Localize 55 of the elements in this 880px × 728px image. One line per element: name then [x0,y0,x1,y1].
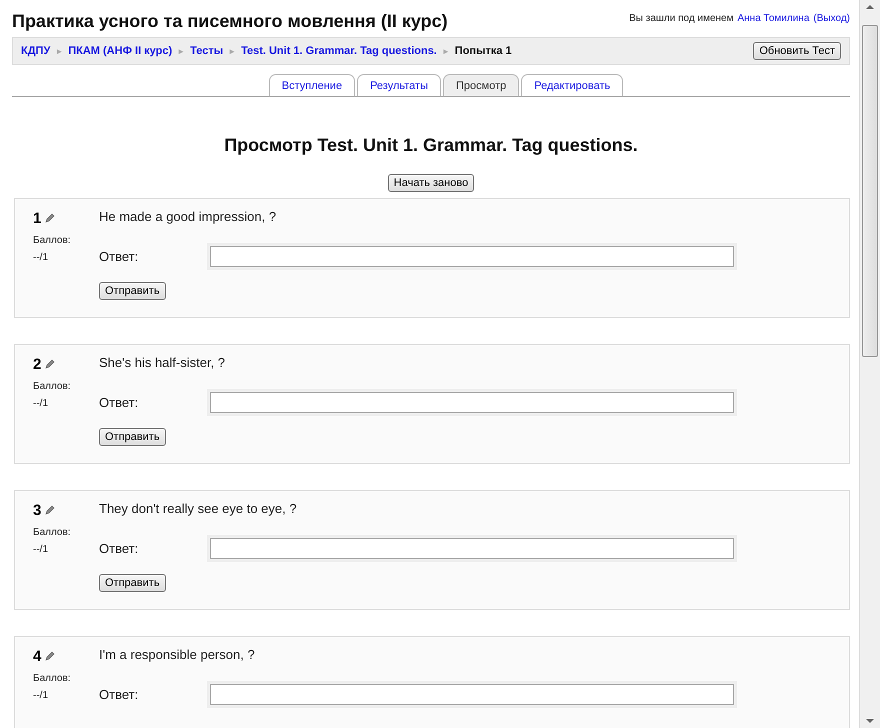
answer-field[interactable] [210,538,734,559]
tab[interactable]: Просмотр [443,74,520,96]
breadcrumb-separator: ► [55,46,64,56]
page-heading: Просмотр Test. Unit 1. Grammar. Tag questions. [223,135,639,156]
restart-button[interactable]: Начать заново [388,174,474,192]
breadcrumb-link[interactable]: Test. Unit 1. Grammar. Tag questions. [241,45,437,57]
answer-label: Ответ: [99,395,140,410]
breadcrumb-link[interactable]: ПКАМ (АНФ II курс) [68,45,172,57]
submit-button[interactable]: Отправить [99,428,166,446]
scrollbar-thumb[interactable] [862,25,878,357]
question-text: He made a good impression, ? [99,209,278,226]
question-text: She's his half-sister, ? [99,355,226,372]
edit-pencil-icon[interactable] [45,213,56,223]
login-text: Вы зашли под именем [629,13,734,24]
user-link[interactable]: Анна Томилина [737,13,810,24]
submit-button[interactable]: Отправить [99,574,166,592]
submit-button[interactable]: Отправить [99,282,166,300]
breadcrumb-current: Попытка 1 [454,45,512,57]
score-value: --/1 [33,544,49,555]
score-label: Баллов: [33,381,72,392]
question-text: I'm a responsible person, ? [99,647,256,664]
answer-field[interactable] [210,684,734,705]
edit-pencil-icon[interactable] [45,651,56,661]
breadcrumb-separator: ► [442,46,450,56]
answer-field[interactable] [210,392,734,413]
answer-field[interactable] [210,246,734,267]
scrollbar[interactable] [859,0,880,728]
update-test-button[interactable]: Обновить Тест [753,42,841,60]
question-number: 3 [33,502,42,518]
answer-label: Ответ: [99,541,140,556]
score-label: Баллов: [33,235,72,246]
breadcrumb-separator: ► [228,46,236,56]
score-label: Баллов: [33,673,72,684]
logout-link[interactable]: (Выход) [813,13,850,24]
score-value: --/1 [33,398,49,409]
scroll-up-icon[interactable] [866,4,874,10]
answer-label: Ответ: [99,687,140,702]
breadcrumb-separator: ► [177,46,186,56]
question-number: 1 [33,210,42,226]
question-number: 4 [33,648,42,664]
edit-pencil-icon[interactable] [45,359,56,369]
tab[interactable]: Вступление [268,74,356,96]
question-text: They don't really see eye to eye, ? [99,501,298,518]
breadcrumb-link[interactable]: КДПУ [21,45,50,57]
answer-label: Ответ: [99,249,140,264]
score-value: --/1 [33,252,49,263]
edit-pencil-icon[interactable] [45,505,56,515]
scroll-down-icon[interactable] [866,718,874,724]
tab[interactable]: Результаты [357,74,441,96]
question-number: 2 [33,356,42,372]
tab[interactable]: Редактировать [521,74,624,96]
breadcrumb-link[interactable]: Тесты [190,45,224,57]
score-label: Баллов: [33,527,72,538]
score-value: --/1 [33,690,49,701]
course-title: Практика усного та писемного мовлення (II курс) [12,11,448,32]
